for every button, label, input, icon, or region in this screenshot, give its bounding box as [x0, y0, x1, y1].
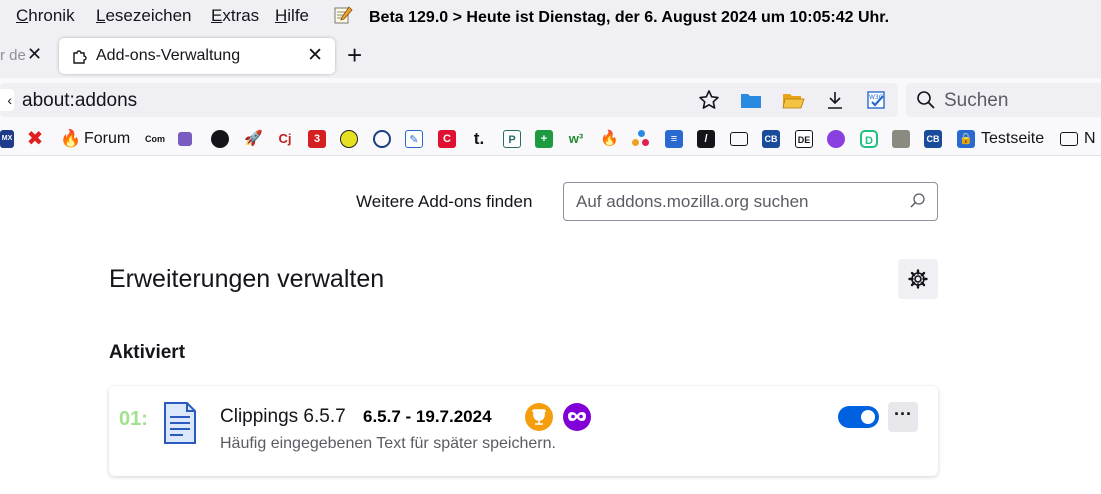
bookmark-green-plus-icon[interactable]: +	[535, 130, 553, 148]
addon-number: 01:	[119, 408, 148, 430]
bookmark-red-x-icon[interactable]: ✖	[26, 129, 44, 149]
toggle-knob	[861, 410, 875, 424]
gear-icon	[908, 269, 928, 289]
w3c-validator-icon[interactable]: W3C	[865, 88, 889, 112]
bookmark-cb-icon[interactable]: CB	[762, 130, 780, 148]
addon-description: Häufig eingegebenen Text für später spei…	[220, 435, 556, 452]
bookmark-t-icon[interactable]: t.	[470, 130, 488, 148]
bookmark-cb2-icon[interactable]: CB	[924, 130, 942, 148]
bookmark-github-icon[interactable]	[211, 130, 229, 148]
bookmark-testseite[interactable]: 🔒 Testseite	[957, 130, 1044, 148]
bookmark-red-box-icon[interactable]: 3	[308, 130, 326, 148]
folder-icon	[1060, 132, 1078, 146]
amo-search-field[interactable]	[563, 182, 938, 221]
bookmark-de-icon[interactable]: DE	[795, 130, 813, 148]
find-addons-label: Weitere Add-ons finden	[356, 192, 533, 211]
settings-button[interactable]	[898, 259, 938, 299]
url-text[interactable]: about:addons	[22, 90, 137, 112]
flame-icon: 🔥	[60, 129, 82, 148]
bookmark-folder-n[interactable]: N	[1060, 130, 1096, 148]
bookmark-flame-icon[interactable]: 🔥	[600, 130, 619, 148]
notepad-icon[interactable]	[333, 5, 353, 25]
tab-partial-close-icon[interactable]: ✕	[27, 44, 42, 65]
menu-extras[interactable]: Extras	[211, 6, 259, 26]
trophy-icon	[525, 403, 553, 431]
bookmark-dots-icon[interactable]	[632, 130, 650, 148]
bookmark-mx-icon[interactable]: MX	[0, 130, 14, 148]
bookmark-smiley-icon[interactable]	[340, 130, 358, 148]
download-icon[interactable]	[823, 88, 847, 112]
bookmark-folder-icon[interactable]	[730, 130, 748, 148]
tab-addons-manager[interactable]: Add-ons-Verwaltung ✕	[59, 38, 335, 74]
addon-card-clippings[interactable]: 01: Clippings 6.5.7 6.5.7 - 19.7.2024 Hä…	[109, 386, 938, 476]
lock-icon: 🔒	[957, 130, 975, 148]
addon-name[interactable]: Clippings 6.5.7	[220, 406, 346, 428]
search-placeholder: Suchen	[944, 90, 1009, 111]
search-icon	[917, 91, 935, 109]
addon-version-info: 6.5.7 - 19.7.2024	[363, 407, 492, 426]
addon-enable-toggle[interactable]	[838, 406, 879, 428]
bookmark-globe-icon[interactable]	[373, 130, 391, 148]
search-icon	[910, 193, 925, 208]
page-title: Erweiterungen verwalten	[109, 265, 385, 293]
beta-date-info: Beta 129.0 > Heute ist Dienstag, der 6. …	[369, 9, 890, 26]
bookmark-forum[interactable]: 🔥 Forum	[60, 130, 130, 148]
bookmark-p-icon[interactable]: P	[503, 130, 521, 148]
site-info-icon[interactable]: ‹	[0, 89, 14, 111]
bookmark-w3-icon[interactable]: w³	[567, 130, 585, 148]
addon-more-options-button[interactable]: ···	[888, 402, 918, 432]
bookmark-star-icon[interactable]	[697, 88, 721, 112]
search-bar[interactable]: Suchen	[906, 83, 1101, 117]
bookmark-firefox-icon[interactable]	[827, 130, 845, 148]
tab-partial-title[interactable]: r de	[0, 47, 26, 64]
bookmarks-bar: MX ✖ 🔥 Forum Com 🚀 Cj 3 ✎ C t. P + w³ 🔥 ≡…	[0, 122, 1101, 156]
tab-close-icon[interactable]: ✕	[307, 44, 323, 67]
nav-bar: ‹ about:addons W3C Suchen	[0, 78, 1101, 122]
document-icon	[164, 402, 196, 444]
tab-bar: r de ✕ Add-ons-Verwaltung ✕ +	[0, 34, 1101, 78]
amo-search-input[interactable]	[564, 183, 894, 220]
bookmark-cj-icon[interactable]: Cj	[276, 130, 294, 148]
section-enabled-title: Aktiviert	[109, 342, 186, 363]
tab-title: Add-ons-Verwaltung	[96, 47, 241, 64]
bookmark-bag-icon[interactable]	[178, 130, 192, 148]
bookmark-com-icon[interactable]: Com	[145, 130, 165, 148]
folder-open-icon[interactable]	[781, 88, 805, 112]
folder-blue-icon[interactable]	[739, 88, 763, 112]
puzzle-icon	[73, 50, 87, 64]
bookmark-edit-icon[interactable]: ✎	[405, 130, 423, 148]
bookmark-image-icon[interactable]	[892, 130, 910, 148]
menu-chronik[interactable]: Chronik	[16, 6, 75, 26]
menu-hilfe[interactable]: Hilfe	[275, 6, 309, 26]
bookmark-rocket-icon[interactable]: 🚀	[244, 130, 263, 148]
url-bar[interactable]: ‹ about:addons W3C	[0, 83, 898, 117]
menu-bar: Chronik Lesezeichen Extras Hilfe Beta 12…	[0, 0, 1101, 34]
bookmark-d-icon[interactable]: D	[860, 130, 878, 148]
new-tab-button[interactable]: +	[347, 40, 362, 71]
private-browsing-icon	[563, 403, 591, 431]
bookmark-chat-icon[interactable]: ≡	[665, 130, 683, 148]
menu-lesezeichen[interactable]: Lesezeichen	[96, 6, 191, 26]
bookmark-slash-icon[interactable]: /	[697, 130, 715, 148]
bookmark-red-c-icon[interactable]: C	[438, 130, 456, 148]
